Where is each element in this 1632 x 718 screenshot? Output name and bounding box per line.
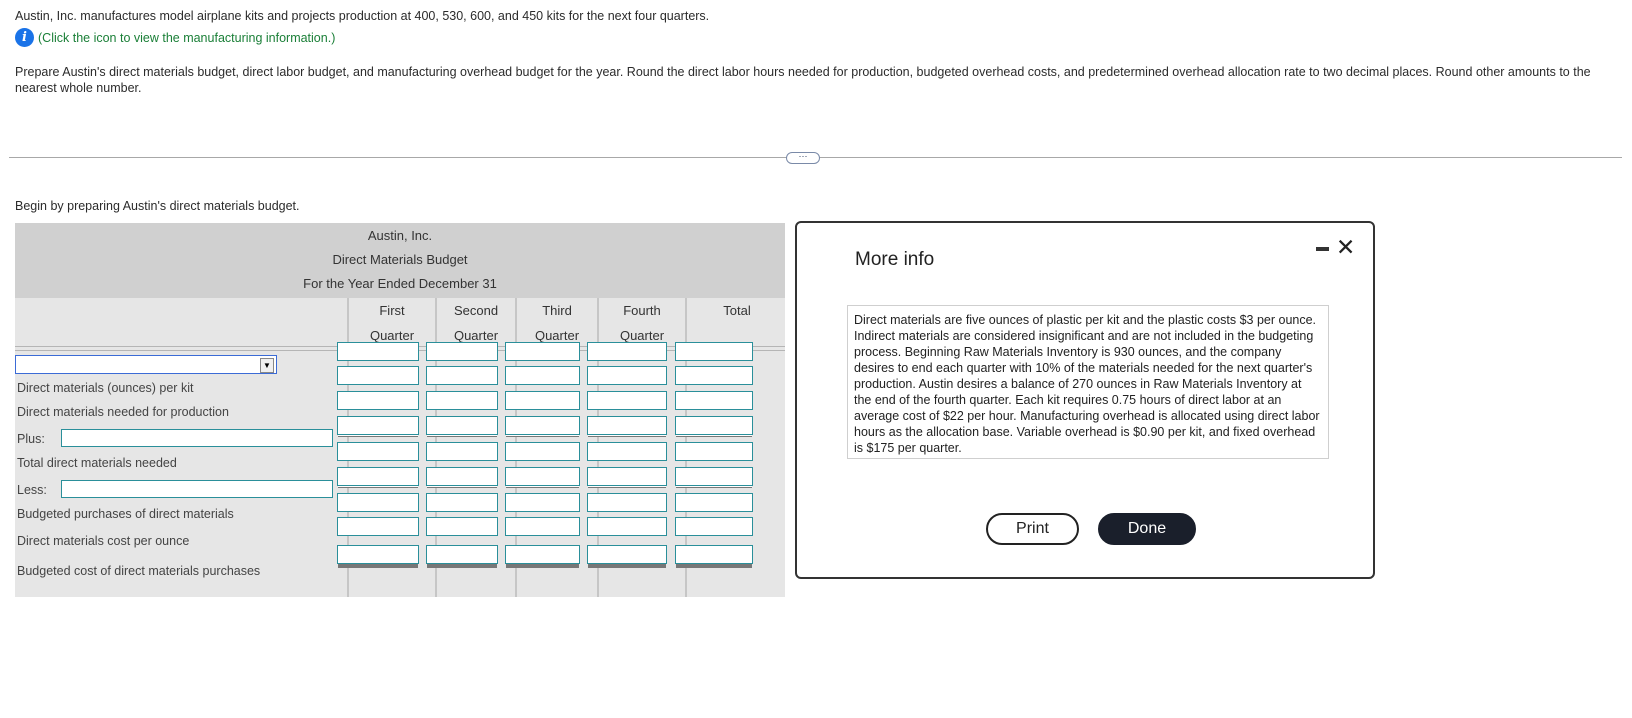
budget-period: For the Year Ended December 31 bbox=[303, 276, 497, 291]
budget-cell-row7-q4[interactable] bbox=[587, 493, 667, 512]
budget-cell-row9-q2[interactable] bbox=[426, 545, 498, 564]
budget-cell-row8-q2[interactable] bbox=[426, 517, 498, 536]
expand-more-button[interactable]: ⋯ bbox=[786, 152, 820, 164]
budget-cell-row8-q4[interactable] bbox=[587, 517, 667, 536]
budget-cell-row3-total[interactable] bbox=[675, 391, 753, 410]
direct-materials-budget: Austin, Inc. Direct Materials Budget For… bbox=[15, 223, 785, 597]
row-label-dropdown[interactable]: ▼ bbox=[15, 355, 277, 374]
budget-cell-row9-q1[interactable] bbox=[337, 545, 419, 564]
budget-cell-row6-q2[interactable] bbox=[426, 467, 498, 486]
budget-cell-row5-q3[interactable] bbox=[505, 442, 580, 461]
budget-cell-row1-q4[interactable] bbox=[587, 342, 667, 361]
row-label-budgeted-cost: Budgeted cost of direct materials purcha… bbox=[17, 564, 261, 578]
budget-cell-row1-q2[interactable] bbox=[426, 342, 498, 361]
budget-cell-row5-q1[interactable] bbox=[337, 442, 419, 461]
col-q3-line1: Third bbox=[542, 303, 572, 318]
row-label-plus: Plus: bbox=[17, 432, 45, 446]
column-header-q3: Third Quarter bbox=[515, 298, 597, 348]
more-info-dialog: More info ✕ Direct materials are five ou… bbox=[795, 221, 1375, 579]
budget-cell-row7-q2[interactable] bbox=[426, 493, 498, 512]
budget-cell-row8-q1[interactable] bbox=[337, 517, 419, 536]
column-header-total: Total bbox=[685, 298, 787, 348]
budget-cell-row4-q4[interactable] bbox=[587, 416, 667, 435]
budget-cell-row2-q1[interactable] bbox=[337, 366, 419, 385]
dialog-title: More info bbox=[855, 249, 935, 270]
row-label-total-needed: Total direct materials needed bbox=[17, 456, 177, 470]
budget-cell-row6-q1[interactable] bbox=[337, 467, 419, 486]
budget-cell-row6-q3[interactable] bbox=[505, 467, 580, 486]
col-q4-line1: Fourth bbox=[623, 303, 661, 318]
budget-cell-row2-q4[interactable] bbox=[587, 366, 667, 385]
print-button[interactable]: Print bbox=[986, 513, 1079, 545]
dropdown-arrow-icon[interactable]: ▼ bbox=[260, 358, 274, 373]
budget-cell-row3-q1[interactable] bbox=[337, 391, 419, 410]
close-icon[interactable]: ✕ bbox=[1336, 236, 1355, 259]
begin-instruction: Begin by preparing Austin's direct mater… bbox=[15, 199, 300, 213]
budget-cell-row2-total[interactable] bbox=[675, 366, 753, 385]
budget-cell-row4-q3[interactable] bbox=[505, 416, 580, 435]
budget-cell-row2-q3[interactable] bbox=[505, 366, 580, 385]
budget-cell-row7-total[interactable] bbox=[675, 493, 753, 512]
row-label-cost-per-ounce: Direct materials cost per ounce bbox=[17, 534, 190, 548]
done-button[interactable]: Done bbox=[1098, 513, 1196, 545]
budget-cell-row7-q3[interactable] bbox=[505, 493, 580, 512]
plus-label-input[interactable] bbox=[61, 429, 333, 447]
budget-cell-row1-q3[interactable] bbox=[505, 342, 580, 361]
budget-cell-row4-total[interactable] bbox=[675, 416, 753, 435]
info-line: i (Click the icon to view the manufactur… bbox=[15, 28, 335, 47]
budget-title: Direct Materials Budget bbox=[332, 252, 468, 267]
budget-cell-row3-q2[interactable] bbox=[426, 391, 498, 410]
budget-cell-row9-q4[interactable] bbox=[587, 545, 667, 564]
label-header-area bbox=[15, 298, 347, 348]
budget-cell-row8-q3[interactable] bbox=[505, 517, 580, 536]
row-label-less: Less: bbox=[17, 483, 47, 497]
problem-intro: Austin, Inc. manufactures model airplane… bbox=[15, 9, 710, 23]
budget-cell-row5-q4[interactable] bbox=[587, 442, 667, 461]
col-q1-line1: First bbox=[379, 303, 405, 318]
budget-cell-row1-q1[interactable] bbox=[337, 342, 419, 361]
minimize-icon[interactable] bbox=[1316, 247, 1329, 251]
row-label-dm-per-kit: Direct materials (ounces) per kit bbox=[17, 381, 194, 395]
col-total-line2: Total bbox=[723, 303, 751, 318]
column-header-q1: First Quarter bbox=[347, 298, 435, 348]
budget-cell-row5-q2[interactable] bbox=[426, 442, 498, 461]
less-label-input[interactable] bbox=[61, 480, 333, 498]
budget-cell-row7-q1[interactable] bbox=[337, 493, 419, 512]
info-icon[interactable]: i bbox=[15, 28, 34, 47]
budget-cell-row2-q2[interactable] bbox=[426, 366, 498, 385]
company-name: Austin, Inc. bbox=[367, 228, 433, 243]
budget-cell-row6-q4[interactable] bbox=[587, 467, 667, 486]
budget-cell-row3-q4[interactable] bbox=[587, 391, 667, 410]
budget-cell-row9-total[interactable] bbox=[675, 545, 753, 564]
budget-cell-row1-total[interactable] bbox=[675, 342, 753, 361]
budget-cell-row9-q3[interactable] bbox=[505, 545, 580, 564]
row-label-purchases: Budgeted purchases of direct materials bbox=[17, 507, 234, 521]
column-header-q4: Fourth Quarter bbox=[597, 298, 685, 348]
budget-cell-row5-total[interactable] bbox=[675, 442, 753, 461]
budget-cell-row6-total[interactable] bbox=[675, 467, 753, 486]
manufacturing-info-text: Direct materials are five ounces of plas… bbox=[847, 305, 1329, 459]
info-link[interactable]: (Click the icon to view the manufacturin… bbox=[38, 31, 335, 45]
budget-cell-row4-q2[interactable] bbox=[426, 416, 498, 435]
budget-cell-row4-q1[interactable] bbox=[337, 416, 419, 435]
budget-header: Austin, Inc. Direct Materials Budget For… bbox=[15, 223, 785, 298]
instructions: Prepare Austin's direct materials budget… bbox=[15, 65, 1591, 95]
budget-cell-row3-q3[interactable] bbox=[505, 391, 580, 410]
col-q2-line1: Second bbox=[453, 303, 499, 318]
column-header-q2: Second Quarter bbox=[435, 298, 515, 348]
row-label-dm-needed: Direct materials needed for production bbox=[17, 405, 229, 419]
budget-cell-row8-total[interactable] bbox=[675, 517, 753, 536]
